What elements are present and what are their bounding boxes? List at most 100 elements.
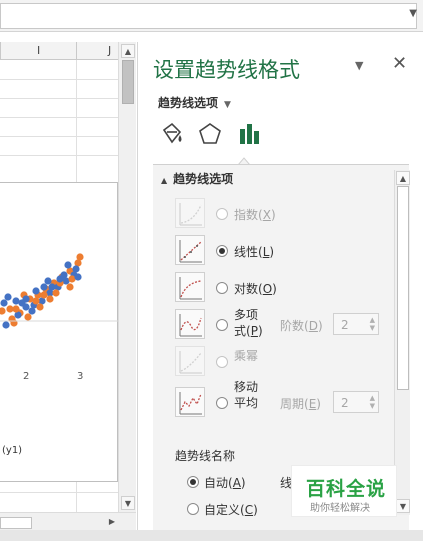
scroll-thumb[interactable] xyxy=(397,186,409,390)
moving-average-radio[interactable] xyxy=(216,397,228,409)
trendline-options-section-header[interactable]: ▲ 趋势线选项 xyxy=(161,170,233,187)
logarithmic-label: 对数(O) xyxy=(234,282,277,296)
watermark-logo: 百科全说 助你轻松解决 xyxy=(291,465,397,517)
column-header-j[interactable]: J xyxy=(108,44,111,57)
grid-line xyxy=(0,492,118,493)
format-trendline-pane: 设置趋势线格式 ▼ ✕ 趋势线选项 ▼ ▲ 趋势线选项 指数(X) 线性(L) … xyxy=(137,42,423,530)
fill-line-tab-icon[interactable] xyxy=(158,120,186,148)
scatter-chart-svg: 2 3 (y1) xyxy=(0,253,118,456)
power-radio[interactable] xyxy=(216,356,228,368)
scroll-thumb[interactable] xyxy=(0,517,32,529)
linear-trend-icon xyxy=(175,235,205,265)
poly-order-spinner[interactable]: 2 ▲ ▼ xyxy=(333,313,379,335)
pane-title: 设置趋势线格式 xyxy=(153,58,300,82)
moving-period-value: 2 xyxy=(341,396,349,410)
scatter-point xyxy=(56,275,64,283)
chevron-down-icon: ▼ xyxy=(224,100,231,110)
scroll-right-icon[interactable]: ▶ xyxy=(106,515,118,529)
name-custom-radio[interactable] xyxy=(187,503,199,515)
close-icon[interactable]: ✕ xyxy=(392,53,407,74)
formula-input[interactable] xyxy=(0,3,417,29)
moving-period-label: 周期(E) xyxy=(280,397,321,411)
trend-option-logarithmic[interactable]: 对数(O) xyxy=(153,272,403,304)
linear-radio[interactable] xyxy=(216,245,228,257)
x-tick-label: 2 xyxy=(23,371,29,382)
grid-line xyxy=(0,79,118,80)
logarithmic-radio[interactable] xyxy=(216,282,228,294)
spinner-arrows-icon[interactable]: ▲ ▼ xyxy=(370,316,375,332)
grid-line xyxy=(0,98,118,99)
scatter-point xyxy=(32,287,40,295)
trend-option-polynomial[interactable]: 多项 式(P) 阶数(D) 2 ▲ ▼ xyxy=(153,308,403,341)
scatter-point xyxy=(72,265,80,273)
legend-series-label: (y1) xyxy=(2,445,22,456)
watermark-brand: 百科全说 xyxy=(306,478,387,500)
logarithmic-trend-icon xyxy=(175,272,205,302)
column-header-i[interactable]: I xyxy=(37,44,40,57)
poly-order-label: 阶数(D) xyxy=(280,319,323,333)
trend-option-linear[interactable]: 线性(L) xyxy=(153,235,403,267)
scatter-point xyxy=(4,293,12,301)
polynomial-label: 多项 式(P) xyxy=(234,308,263,338)
status-strip xyxy=(0,530,423,541)
poly-order-value: 2 xyxy=(341,318,349,332)
scatter-point xyxy=(32,297,40,305)
worksheet-area[interactable]: I J 2 3 (y1) xyxy=(0,42,118,512)
spinner-arrows-icon[interactable]: ▲ ▼ xyxy=(370,394,375,410)
exponential-radio[interactable] xyxy=(216,208,228,220)
name-auto-radio[interactable] xyxy=(187,476,199,488)
formula-bar-expand-icon[interactable]: ▼ xyxy=(409,8,417,19)
scroll-down-icon[interactable]: ▼ xyxy=(396,499,410,513)
scatter-point xyxy=(66,283,74,291)
power-trend-icon xyxy=(175,346,205,376)
embedded-chart[interactable]: 2 3 (y1) xyxy=(0,182,118,482)
scatter-point xyxy=(52,289,60,297)
scroll-up-icon[interactable]: ▲ xyxy=(396,171,410,185)
formula-bar: ▼ xyxy=(0,0,423,32)
trendline-name-header: 趋势线名称 xyxy=(175,449,236,463)
pane-options-dropdown-icon[interactable]: ▼ xyxy=(355,59,363,72)
scatter-point xyxy=(76,253,84,261)
exponential-label: 指数(X) xyxy=(234,208,276,222)
exponential-trend-icon xyxy=(175,198,205,228)
scatter-point xyxy=(12,305,20,313)
scatter-point xyxy=(48,283,56,291)
effects-tab-icon[interactable] xyxy=(196,120,224,148)
scatter-point xyxy=(22,295,30,303)
trend-option-power[interactable]: 乘幂 xyxy=(153,346,403,378)
moving-average-label: 移动 平均 xyxy=(234,380,259,410)
name-custom-label: 自定义(C) xyxy=(204,503,258,517)
scatter-point xyxy=(40,283,48,291)
trend-option-exponential[interactable]: 指数(X) xyxy=(153,198,403,230)
scroll-up-icon[interactable]: ▲ xyxy=(121,44,135,58)
scatter-point xyxy=(64,261,72,269)
scroll-down-icon[interactable]: ▼ xyxy=(121,496,135,510)
trend-option-moving-average[interactable]: 移动 平均 周期(E) 2 ▲ ▼ xyxy=(153,380,403,419)
moving-period-spinner[interactable]: 2 ▲ ▼ xyxy=(333,391,379,413)
scatter-point xyxy=(44,277,52,285)
grid-line xyxy=(0,136,118,137)
scatter-point xyxy=(2,321,10,329)
scatter-point xyxy=(36,303,44,311)
name-auto-label: 自动(A) xyxy=(204,476,246,490)
x-tick-label: 3 xyxy=(77,371,83,382)
scatter-point xyxy=(74,273,82,281)
moving-average-trend-icon xyxy=(175,387,205,417)
scroll-thumb[interactable] xyxy=(122,60,134,104)
section-title: 趋势线选项 xyxy=(173,172,234,186)
sheet-vertical-scrollbar[interactable]: ▲ ▼ xyxy=(118,42,136,512)
scatter-point xyxy=(28,307,36,315)
scatter-point xyxy=(40,291,48,299)
options-vertical-scrollbar[interactable]: ▲ ▼ xyxy=(394,170,410,515)
collapse-triangle-icon: ▲ xyxy=(161,176,168,185)
sheet-horizontal-scrollbar[interactable]: ▶ xyxy=(0,512,136,530)
scatter-point xyxy=(10,319,18,327)
grid-line xyxy=(0,155,118,156)
scatter-point xyxy=(46,295,54,303)
trendline-options-dropdown[interactable]: 趋势线选项 ▼ xyxy=(158,94,231,111)
polynomial-radio[interactable] xyxy=(216,319,228,331)
trendline-options-tab-icon[interactable] xyxy=(236,120,264,148)
polynomial-trend-icon xyxy=(175,309,205,339)
column-header-row: I J xyxy=(0,42,118,60)
dropdown-label: 趋势线选项 xyxy=(158,96,219,110)
